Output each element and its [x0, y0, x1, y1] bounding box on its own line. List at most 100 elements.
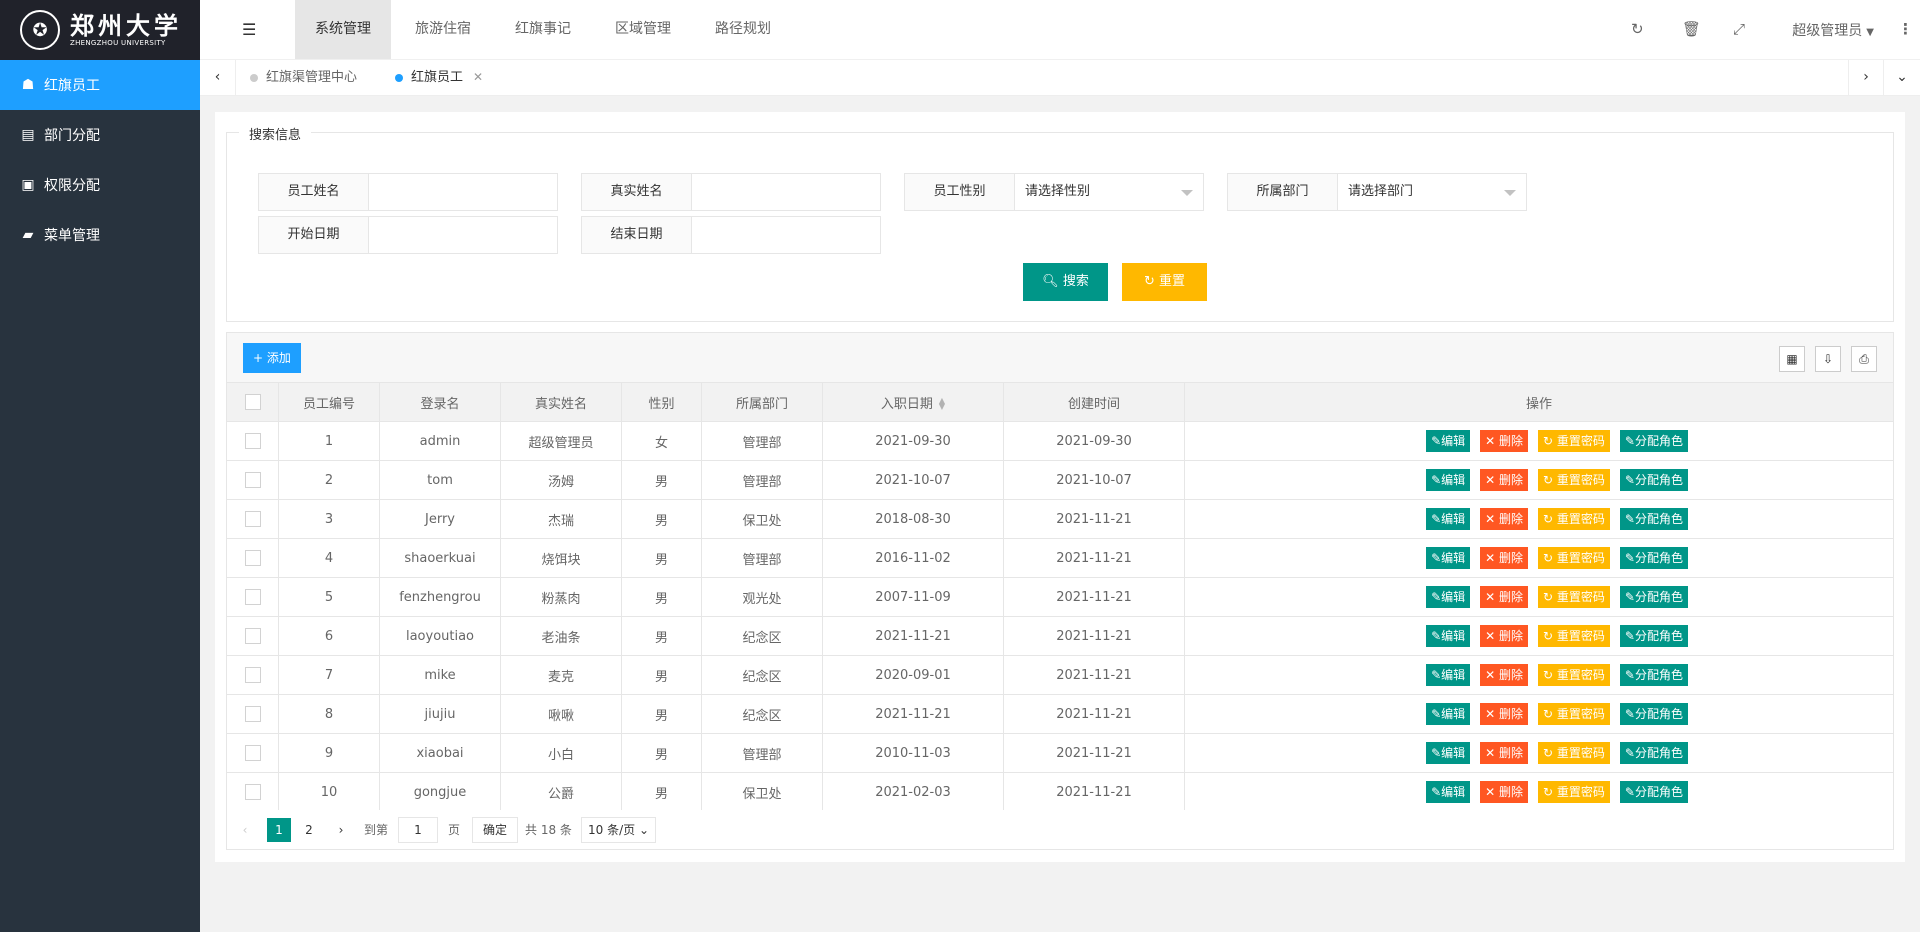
delete-button[interactable]: ✕ 删除: [1480, 586, 1529, 608]
close-icon: ✕: [1485, 785, 1500, 799]
page-jump-confirm-button[interactable]: 确定: [472, 817, 519, 843]
columns-icon[interactable]: ▦: [1779, 346, 1805, 372]
delete-button[interactable]: ✕ 删除: [1480, 508, 1529, 530]
row-checkbox[interactable]: [244, 589, 261, 605]
row-checkbox[interactable]: [244, 550, 261, 566]
reset-password-button[interactable]: ↻ 重置密码: [1538, 469, 1610, 491]
edit-button[interactable]: ✎编辑: [1426, 508, 1471, 530]
page-1[interactable]: 1: [267, 818, 291, 842]
edit-button[interactable]: ✎编辑: [1426, 586, 1471, 608]
edit-button[interactable]: ✎编辑: [1426, 703, 1471, 725]
page-tab-home[interactable]: 红旗渠管理中心: [236, 60, 381, 95]
edit-button[interactable]: ✎编辑: [1426, 469, 1471, 491]
page-2[interactable]: 2: [297, 818, 321, 842]
assign-role-button[interactable]: ✎分配角色: [1619, 430, 1688, 452]
assign-role-button[interactable]: ✎分配角色: [1619, 469, 1688, 491]
search-button[interactable]: 🔍︎ 搜索: [1023, 263, 1108, 301]
assign-role-button[interactable]: ✎分配角色: [1619, 625, 1688, 647]
start-date-input[interactable]: [369, 217, 557, 253]
sidebar-item-permissions[interactable]: ▣ 权限分配: [0, 160, 200, 210]
row-checkbox[interactable]: [244, 667, 261, 683]
page-tab-employees[interactable]: 红旗员工 ✕: [381, 60, 506, 95]
delete-button[interactable]: ✕ 删除: [1480, 469, 1529, 491]
reset-password-button[interactable]: ↻ 重置密码: [1538, 625, 1610, 647]
reset-password-button[interactable]: ↻ 重置密码: [1538, 508, 1610, 530]
edit-button[interactable]: ✎编辑: [1426, 664, 1471, 686]
tab-regions[interactable]: 区域管理: [595, 0, 691, 59]
assign-role-button[interactable]: ✎分配角色: [1619, 781, 1688, 803]
delete-button[interactable]: ✕ 删除: [1480, 703, 1529, 725]
gender-select[interactable]: 请选择性别: [1015, 174, 1203, 210]
delete-button[interactable]: ✕ 删除: [1480, 430, 1529, 452]
next-page-icon[interactable]: ›: [329, 818, 353, 842]
menu-toggle-icon[interactable]: ☰: [242, 20, 256, 39]
row-checkbox[interactable]: [244, 706, 261, 722]
assign-role-button[interactable]: ✎分配角色: [1619, 547, 1688, 569]
dept-select[interactable]: 请选择部门: [1338, 174, 1526, 210]
assign-role-button[interactable]: ✎分配角色: [1619, 664, 1688, 686]
tab-system[interactable]: 系统管理: [295, 0, 391, 59]
reset-password-button[interactable]: ↻ 重置密码: [1538, 703, 1610, 725]
edit-button[interactable]: ✎编辑: [1426, 625, 1471, 647]
edit-button[interactable]: ✎编辑: [1426, 430, 1471, 452]
reset-password-button[interactable]: ↻ 重置密码: [1538, 742, 1610, 764]
reset-password-button[interactable]: ↻ 重置密码: [1538, 547, 1610, 569]
row-checkbox[interactable]: [244, 472, 261, 488]
sidebar-item-menus[interactable]: ▰ 菜单管理: [0, 210, 200, 260]
reset-button[interactable]: ↻ 重置: [1122, 263, 1207, 301]
row-checkbox[interactable]: [244, 745, 261, 761]
sidebar-item-employees[interactable]: ☗ 红旗员工: [0, 60, 200, 110]
tab-scroll-left-icon[interactable]: ‹: [200, 60, 236, 95]
row-checkbox[interactable]: [244, 511, 261, 527]
export-icon[interactable]: ⇩: [1815, 346, 1841, 372]
user-menu[interactable]: 超级管理员 ▼: [1792, 20, 1874, 40]
sort-icon[interactable]: ▲ ▼: [939, 397, 945, 411]
more-vertical-icon[interactable]: ⋮: [1898, 20, 1913, 38]
cell-id: 2: [278, 460, 380, 500]
page-size-select[interactable]: 10 条/页 ⌄: [581, 817, 657, 843]
row-checkbox[interactable]: [244, 433, 261, 449]
trash-icon[interactable]: 🗑: [1682, 20, 1701, 38]
col-header-hire-date[interactable]: 入职日期 ▲ ▼: [822, 382, 1004, 422]
edit-button[interactable]: ✎编辑: [1426, 781, 1471, 803]
reset-password-button[interactable]: ↻ 重置密码: [1538, 430, 1610, 452]
delete-button[interactable]: ✕ 删除: [1480, 781, 1529, 803]
refresh-icon[interactable]: ↻: [1631, 20, 1644, 38]
row-checkbox[interactable]: [244, 784, 261, 800]
page-jump-input[interactable]: 1: [398, 817, 438, 843]
reset-password-button[interactable]: ↻ 重置密码: [1538, 664, 1610, 686]
prev-page-icon[interactable]: ‹: [233, 818, 257, 842]
edit-button[interactable]: ✎编辑: [1426, 742, 1471, 764]
assign-role-button[interactable]: ✎分配角色: [1619, 703, 1688, 725]
delete-button[interactable]: ✕ 删除: [1480, 625, 1529, 647]
delete-button[interactable]: ✕ 删除: [1480, 547, 1529, 569]
realname-input[interactable]: [692, 174, 880, 210]
select-all-checkbox[interactable]: [244, 394, 261, 410]
edit-button[interactable]: ✎编辑: [1426, 547, 1471, 569]
fullscreen-icon[interactable]: ⤢: [1733, 20, 1745, 38]
row-checkbox[interactable]: [244, 628, 261, 644]
add-button[interactable]: + 添加: [243, 343, 301, 373]
delete-button[interactable]: ✕ 删除: [1480, 664, 1529, 686]
end-date-input[interactable]: [692, 217, 880, 253]
reset-password-button[interactable]: ↻ 重置密码: [1538, 586, 1610, 608]
delete-button[interactable]: ✕ 删除: [1480, 742, 1529, 764]
close-icon[interactable]: ✕: [473, 70, 483, 84]
reset-password-button[interactable]: ↻ 重置密码: [1538, 781, 1610, 803]
tab-routes[interactable]: 路径规划: [695, 0, 791, 59]
tab-lodging[interactable]: 旅游住宿: [395, 0, 491, 59]
assign-role-button[interactable]: ✎分配角色: [1619, 586, 1688, 608]
assign-role-button[interactable]: ✎分配角色: [1619, 508, 1688, 530]
tab-scroll-right-icon[interactable]: ›: [1848, 60, 1884, 95]
pencil-icon: ✎: [1624, 746, 1635, 760]
cell-gender: 男: [621, 460, 702, 500]
search-icon: 🔍︎: [1042, 274, 1059, 289]
print-icon[interactable]: ⎙: [1851, 346, 1877, 372]
refresh-icon: ↻: [1543, 746, 1557, 760]
logo[interactable]: ✪ 郑州大学 ZHENGZHOU UNIVERSITY: [0, 0, 200, 60]
username-input[interactable]: [369, 174, 557, 210]
assign-role-button[interactable]: ✎分配角色: [1619, 742, 1688, 764]
tab-events[interactable]: 红旗事记: [495, 0, 591, 59]
chevron-down-icon[interactable]: ⌄: [1884, 60, 1920, 95]
sidebar-item-departments[interactable]: ▤ 部门分配: [0, 110, 200, 160]
